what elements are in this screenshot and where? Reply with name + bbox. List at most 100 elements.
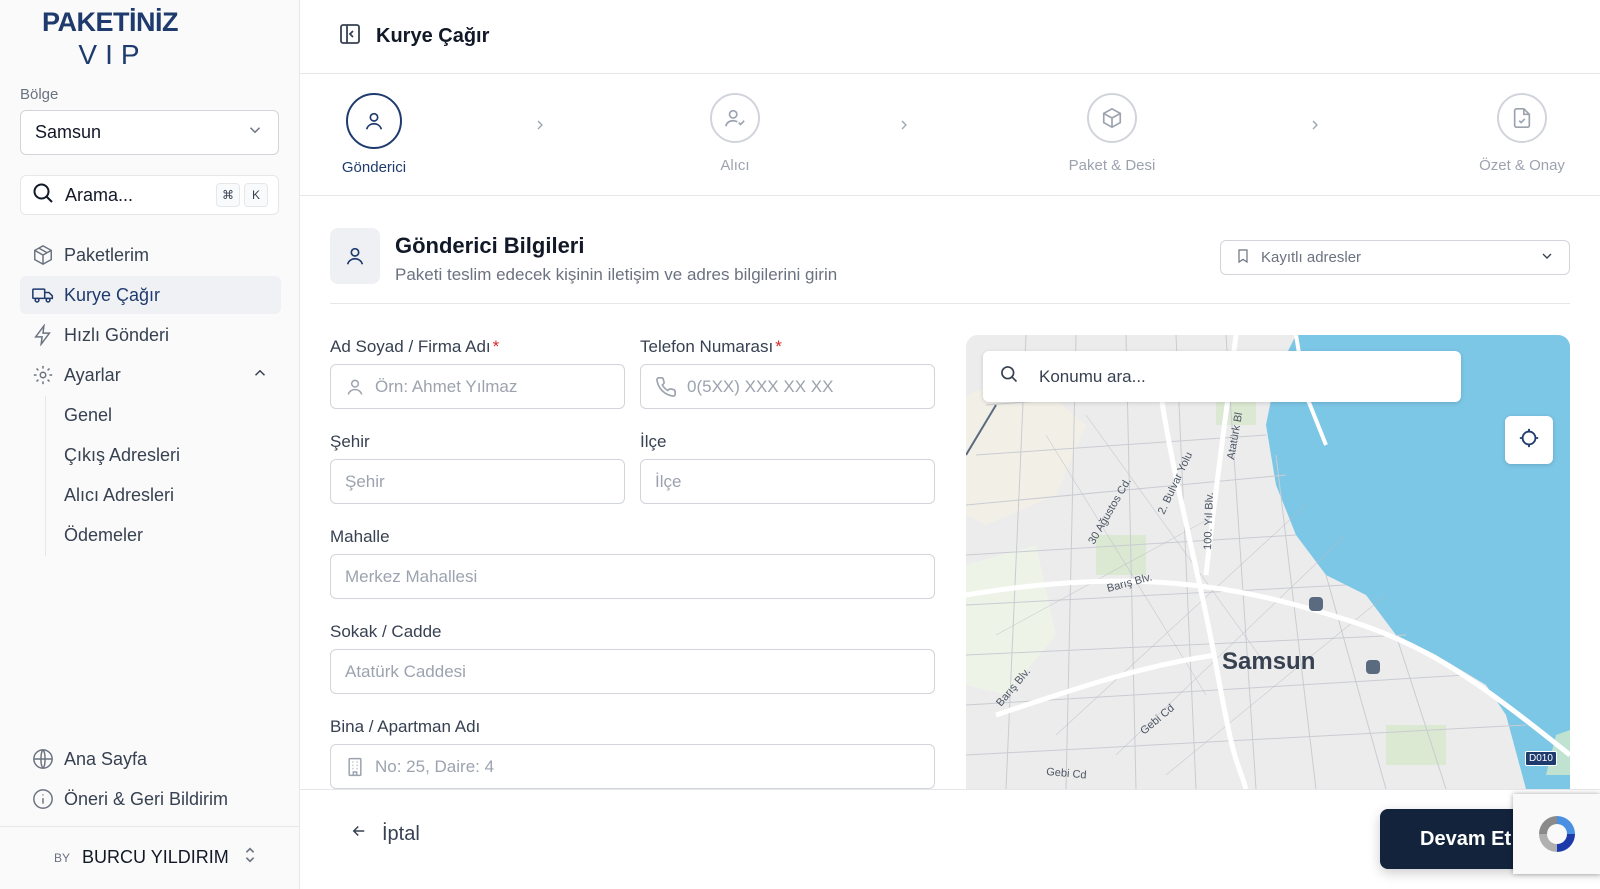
lightning-icon [32,324,54,346]
phone-label-text: Telefon Numarası [640,337,774,356]
phone-placeholder: 0(5XX) XXX XX XX [687,376,834,396]
sidebar-item-hizli-gonderi[interactable]: Hızlı Gönderi [20,316,281,354]
saved-addresses-select[interactable]: Kayıtlı adresler [1220,240,1570,275]
name-field[interactable]: Örn: Ahmet Yılmaz [330,364,625,409]
required-mark: * [775,337,782,356]
sidebar-toggle-icon[interactable] [338,22,362,51]
region-label: Bölge [20,86,59,103]
user-name: BURCU YILDIRIM [82,847,229,867]
package-icon [1087,93,1137,143]
city-placeholder: Şehir [345,471,385,491]
shortcut-cmd-key: ⌘ [216,183,240,207]
sidebar: PAKETİNİZ VIP Bölge Samsun Arama... ⌘ K … [0,0,300,889]
brand-logo[interactable]: PAKETİNİZ VIP [40,6,180,72]
user-check-icon [710,93,760,143]
district-placeholder: İlçe [655,471,682,491]
sidebar-item-ayarlar[interactable]: Ayarlar [20,356,281,394]
step-gonderici[interactable]: Gönderici [314,93,434,176]
user-icon [346,93,402,149]
chevron-updown-icon [243,846,257,869]
sidebar-item-label: Ana Sayfa [64,748,148,769]
sidebar-item-label: Öneri & Geri Bildirim [64,788,229,809]
sidebar-item-kurye-cagir[interactable]: Kurye Çağır [20,276,281,314]
sidebar-item-paketlerim[interactable]: Paketlerim [20,236,281,274]
continue-label: Devam Et [1420,827,1512,850]
brand-line2: VIP [78,39,148,70]
chevron-down-icon [1539,248,1555,268]
map-view[interactable]: 30 Ağustos Cd. 2. Bulvar Yolu 100. Yıl B… [966,335,1570,789]
street-label: Sokak / Cadde [330,622,442,641]
sidebar-subitem-cikis-adresleri[interactable]: Çıkış Adresleri [64,445,180,466]
name-placeholder: Örn: Ahmet Yılmaz [375,376,518,396]
search-shortcut: ⌘ K [216,183,268,207]
search-placeholder: Arama... [65,184,134,205]
map-search-placeholder: Konumu ara... [1039,366,1146,386]
step-ozet-onay[interactable]: Özet & Onay [1462,93,1582,174]
box-icon [32,244,54,266]
sidebar-item-label: Kurye Çağır [64,284,161,305]
neighborhood-label: Mahalle [330,527,390,546]
user-menu[interactable]: BY BURCU YILDIRIM [54,846,257,869]
step-label: Gönderici [341,159,407,176]
building-label: Bina / Apartman Adı [330,717,481,736]
settings-submenu-line [45,396,46,556]
sidebar-item-ana-sayfa[interactable]: Ana Sayfa [20,740,281,778]
sidebar-subitem-genel[interactable]: Genel [64,405,112,426]
street-field[interactable]: Atatürk Caddesi [330,649,935,694]
name-label-text: Ad Soyad / Firma Adı [330,337,491,356]
page-header: Kurye Çağır [300,0,1600,74]
street-placeholder: Atatürk Caddesi [345,661,466,681]
building-field[interactable]: No: 25, Daire: 4 [330,744,935,789]
chevron-up-icon [251,364,269,387]
road-label-100-yil: 100. Yıl Blv. [1202,492,1216,550]
chevron-right-icon [1307,117,1323,138]
sidebar-item-oneri[interactable]: Öneri & Geri Bildirim [20,780,281,818]
name-label: Ad Soyad / Firma Adı * [330,337,499,357]
step-paket-desi[interactable]: Paket & Desi [1052,93,1172,174]
map-graphic: 30 Ağustos Cd. 2. Bulvar Yolu 100. Yıl B… [966,335,1570,789]
globe-icon [32,748,54,770]
sidebar-divider [0,826,300,827]
user-icon [345,377,365,397]
step-label: Alıcı [720,157,750,174]
sidebar-subitem-odemeler[interactable]: Ödemeler [64,525,143,546]
sidebar-subitem-alici-adresleri[interactable]: Alıcı Adresleri [64,485,174,506]
district-label: İlçe [640,432,667,451]
chevron-right-icon [896,117,912,138]
building-icon [345,756,365,778]
section-subtitle: Paketi teslim edecek kişinin iletişim ve… [395,265,838,284]
sidebar-item-label: Hızlı Gönderi [64,324,170,345]
city-field[interactable]: Şehir [330,459,625,504]
neighborhood-placeholder: Merkez Mahallesi [345,566,478,586]
crosshair-icon [1518,427,1540,454]
region-select[interactable]: Samsun [20,110,279,155]
truck-icon [32,284,54,306]
road-badge: D010 [1525,751,1557,766]
phone-label: Telefon Numarası * [640,337,782,357]
chevron-right-icon [532,117,548,138]
step-alici[interactable]: Alıcı [675,93,795,174]
sidebar-item-label: Paketlerim [64,244,150,265]
section-divider [330,303,1570,304]
recaptcha-icon [1538,816,1575,852]
sidebar-search[interactable]: Arama... ⌘ K [20,175,279,215]
bookmark-icon [1235,247,1251,269]
map-search-input[interactable]: Konumu ara... [983,351,1461,402]
shortcut-k-key: K [244,183,268,207]
recaptcha-badge[interactable] [1513,794,1600,874]
region-value: Samsun [35,122,102,142]
gear-icon [32,364,54,386]
step-label: Özet & Onay [1479,157,1565,174]
saved-addresses-label: Kayıtlı adresler [1261,249,1362,266]
phone-field[interactable]: 0(5XX) XXX XX XX [640,364,935,409]
locate-button[interactable] [1505,416,1553,464]
file-check-icon [1497,93,1547,143]
cancel-button[interactable]: İptal [350,822,420,846]
building-placeholder: No: 25, Daire: 4 [375,756,495,776]
section-user-icon [330,228,380,284]
stepper: Gönderici Alıcı Paket & Desi Özet & Onay [300,75,1600,196]
district-field[interactable]: İlçe [640,459,935,504]
section-title: Gönderici Bilgileri [395,233,585,258]
neighborhood-field[interactable]: Merkez Mahallesi [330,554,935,599]
phone-icon [655,376,677,398]
